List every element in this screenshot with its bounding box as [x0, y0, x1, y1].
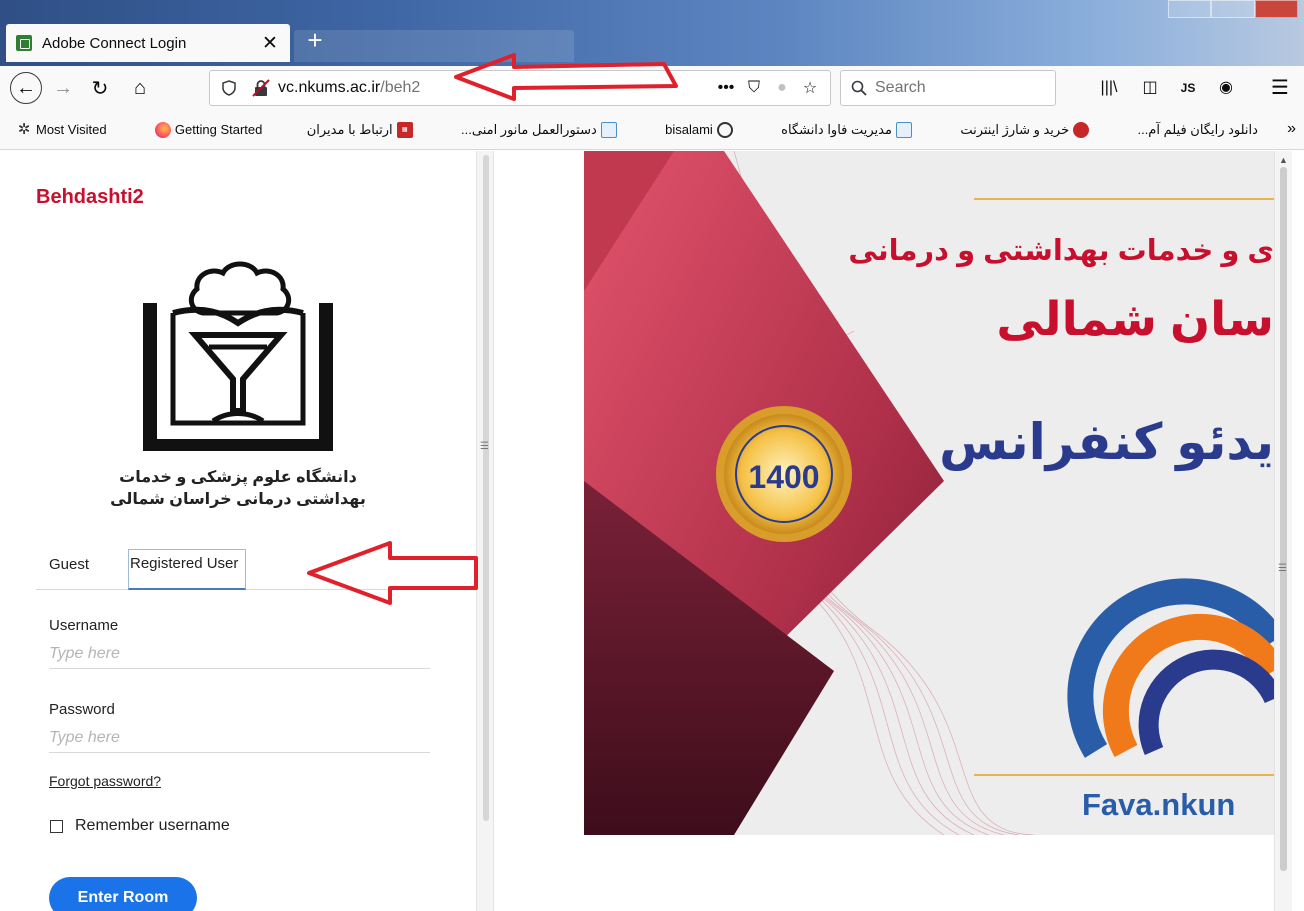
minimize-button[interactable]: [1168, 0, 1212, 18]
university-icon: [600, 121, 617, 138]
tab-adobe-connect-login[interactable]: Adobe Connect Login ✕: [6, 24, 290, 62]
conference-banner: ی و خدمات بهداشتی و درمانی سان شمالی یدئ…: [584, 151, 1274, 835]
sidebar-icon[interactable]: ◫: [1138, 76, 1162, 100]
banner-text-line2: سان شمالی: [996, 292, 1274, 345]
splitter-scrollbar[interactable]: [483, 155, 489, 821]
maximize-button[interactable]: [1211, 0, 1255, 18]
bookmark-free-movie[interactable]: دانلود رایگان فیلم آم...: [1137, 122, 1257, 138]
password-label: Password: [49, 701, 115, 718]
login-panel: Behdashti2 دانشگاه علوم پزشکی و خدمات به…: [0, 151, 476, 911]
window-controls: [1168, 0, 1298, 18]
back-button[interactable]: ←: [10, 72, 42, 104]
navigation-toolbar: ← → ↻ ⌂ vc.nkums.ac.ir/beh2 ••• ⛉ ● ☆ Se…: [0, 66, 1304, 110]
url-domain: vc.nkums.ac.ir: [278, 79, 381, 96]
university-name: دانشگاه علوم پزشکی و خدمات بهداشتی درمان…: [100, 467, 376, 511]
bookmark-star-icon[interactable]: ☆: [796, 78, 824, 98]
page-content: Behdashti2 دانشگاه علوم پزشکی و خدمات به…: [0, 151, 1304, 911]
menu-icon[interactable]: ☰: [1268, 76, 1292, 100]
bookmark-bisalami[interactable]: bisalami: [665, 121, 737, 138]
page-scrollbar[interactable]: ▲ ☰: [1274, 151, 1292, 911]
bookmark-most-visited[interactable]: ✲ Most Visited: [12, 120, 107, 138]
url-bar[interactable]: vc.nkums.ac.ir/beh2 ••• ⛉ ● ☆: [209, 70, 831, 106]
url-text[interactable]: vc.nkums.ac.ir/beh2: [278, 79, 712, 97]
new-tab-button[interactable]: +: [300, 26, 330, 56]
search-placeholder: Search: [875, 79, 926, 96]
browser-window: Adobe Connect Login ✕ + ← → ↻ ⌂ vc.nkums…: [0, 0, 1304, 911]
insecure-connection-icon[interactable]: [252, 79, 270, 97]
close-window-button[interactable]: [1254, 0, 1298, 18]
bookmark-getting-started[interactable]: Getting Started: [151, 121, 262, 138]
scroll-grip-icon[interactable]: ☰: [1278, 563, 1287, 574]
banner-text-line3: یدئو کنفرانس: [939, 414, 1274, 470]
tab-strip: Adobe Connect Login ✕ +: [0, 0, 1304, 66]
university-logo-icon: [143, 261, 333, 451]
bookmark-fava-management[interactable]: مدیریت فاوا دانشگاه: [781, 121, 916, 138]
firefox-icon: [154, 121, 171, 138]
login-tabs: Guest Registered User: [36, 549, 428, 590]
red-circle-icon: [1073, 121, 1090, 138]
tab-background[interactable]: [294, 30, 574, 62]
banner-fava-url: Fava.nkun: [1082, 787, 1236, 822]
enter-room-button[interactable]: Enter Room: [49, 877, 197, 911]
splitter-grip-icon[interactable]: ☰: [480, 441, 489, 452]
bookmark-internet-charge[interactable]: خرید و شارژ اینترنت: [960, 121, 1093, 138]
university-icon: [895, 121, 912, 138]
reload-button[interactable]: ↻: [84, 72, 116, 104]
library-icon[interactable]: |||\: [1097, 76, 1121, 100]
pocket-icon[interactable]: ⛉: [740, 79, 768, 97]
scroll-up-arrow-icon[interactable]: ▲: [1279, 155, 1288, 165]
js-extension-icon[interactable]: JS: [1176, 76, 1200, 100]
banner-year: 1400: [748, 459, 820, 495]
remember-username-label: Remember username: [75, 817, 230, 834]
home-button[interactable]: ⌂: [124, 72, 156, 104]
url-path: /beh2: [380, 79, 421, 96]
account-icon[interactable]: ◉: [1214, 76, 1238, 100]
remember-username-checkbox[interactable]: [50, 819, 63, 833]
page-actions-icon[interactable]: •••: [712, 79, 740, 97]
forgot-password-link[interactable]: Forgot password?: [49, 773, 161, 789]
gear-icon: ✲: [17, 120, 31, 138]
forward-button[interactable]: →: [47, 72, 79, 104]
adobe-connect-favicon-icon: [16, 35, 32, 51]
scrollbar-thumb[interactable]: [1280, 167, 1287, 871]
banner-text-line1: ی و خدمات بهداشتی و درمانی: [848, 235, 1274, 267]
bookmark-security-guide[interactable]: دستورالعمل مانور امنی...: [461, 121, 621, 138]
username-input[interactable]: [49, 639, 430, 669]
search-icon: [851, 80, 867, 96]
room-name: Behdashti2: [36, 186, 144, 208]
tab-guest[interactable]: Guest: [49, 556, 89, 573]
university-name-line1: دانشگاه علوم پزشکی و خدمات: [119, 469, 357, 486]
username-label: Username: [49, 617, 119, 634]
tracking-protection-shield-icon[interactable]: [222, 80, 236, 96]
tab-close-icon[interactable]: ✕: [260, 32, 280, 55]
bookmarks-toolbar: » ✲ Most Visited Getting Started ارتباط ب…: [0, 110, 1304, 150]
reader-mode-icon[interactable]: ●: [768, 79, 796, 97]
news-icon: ▦: [396, 121, 413, 138]
university-name-line2: بهداشتی درمانی خراسان شمالی: [110, 491, 366, 508]
password-input[interactable]: [49, 723, 430, 753]
remember-username-row[interactable]: Remember username: [50, 817, 230, 835]
search-bar[interactable]: Search: [840, 70, 1056, 106]
tab-registered-user[interactable]: Registered User: [128, 549, 246, 590]
bookmarks-overflow-chevron-icon[interactable]: »: [1287, 120, 1296, 138]
tab-title: Adobe Connect Login: [42, 34, 187, 52]
panel-splitter[interactable]: ☰: [476, 151, 494, 911]
bookmark-managers-contact[interactable]: ارتباط با مدیران ▦: [307, 121, 417, 138]
globe-icon: [716, 121, 733, 138]
